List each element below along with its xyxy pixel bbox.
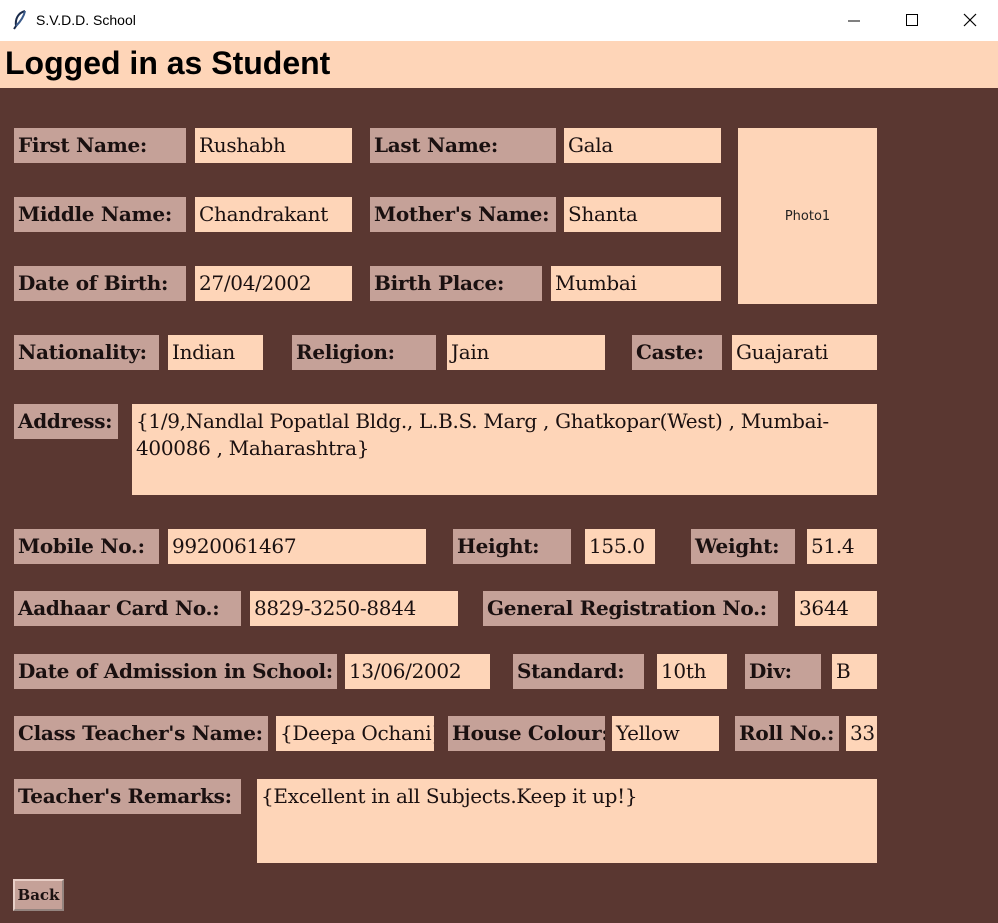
last-name-value: Gala xyxy=(564,128,721,163)
admission-date-value: 13/06/2002 xyxy=(345,654,490,689)
dob-value: 27/04/2002 xyxy=(195,266,352,301)
birth-place-value: Mumbai xyxy=(551,266,721,301)
photo-label: Photo1 xyxy=(784,208,831,224)
gr-no-label: General Registration No.: xyxy=(483,591,778,626)
caste-label: Caste: xyxy=(632,335,722,370)
last-name-label: Last Name: xyxy=(370,128,556,163)
religion-label: Religion: xyxy=(292,335,436,370)
close-icon xyxy=(963,13,977,27)
nationality-label: Nationality: xyxy=(14,335,159,370)
address-value: {1/9,Nandlal Popatlal Bldg., L.B.S. Marg… xyxy=(132,404,877,495)
student-photo: Photo1 xyxy=(738,128,877,304)
maximize-icon xyxy=(906,14,918,26)
window-title: S.V.D.D. School xyxy=(36,12,136,28)
class-teacher-value: {Deepa Ochani} xyxy=(276,716,434,751)
page-title: Logged in as Student xyxy=(5,45,331,81)
address-label: Address: xyxy=(14,404,118,439)
remarks-value: {Excellent in all Subjects.Keep it up!} xyxy=(257,779,877,863)
minimize-button[interactable] xyxy=(825,0,883,41)
birth-place-label: Birth Place: xyxy=(370,266,542,301)
mobile-value: 9920061467 xyxy=(168,529,426,564)
middle-name-label: Middle Name: xyxy=(14,197,186,232)
mother-name-value: Shanta xyxy=(564,197,721,232)
maximize-button[interactable] xyxy=(883,0,941,41)
dob-label: Date of Birth: xyxy=(14,266,186,301)
remarks-label: Teacher's Remarks: xyxy=(14,779,241,814)
close-button[interactable] xyxy=(941,0,998,41)
back-button[interactable]: Back xyxy=(13,879,64,911)
admission-date-label: Date of Admission in School: xyxy=(14,654,337,689)
aadhaar-value: 8829-3250-8844 xyxy=(250,591,458,626)
window-titlebar: S.V.D.D. School xyxy=(0,0,998,42)
roll-no-label: Roll No.: xyxy=(735,716,839,751)
house-colour-label: House Colour: xyxy=(448,716,605,751)
religion-value: Jain xyxy=(447,335,605,370)
standard-value: 10th xyxy=(657,654,727,689)
mobile-label: Mobile No.: xyxy=(14,529,159,564)
weight-value: 51.4 xyxy=(807,529,877,564)
caste-value: Guajarati xyxy=(732,335,877,370)
gr-no-value: 3644 xyxy=(795,591,877,626)
div-value: B xyxy=(832,654,877,689)
standard-label: Standard: xyxy=(513,654,644,689)
aadhaar-label: Aadhaar Card No.: xyxy=(14,591,241,626)
house-colour-value: Yellow xyxy=(612,716,719,751)
minimize-icon xyxy=(848,20,860,22)
middle-name-value: Chandrakant xyxy=(195,197,352,232)
nationality-value: Indian xyxy=(168,335,263,370)
class-teacher-label: Class Teacher's Name: xyxy=(14,716,268,751)
height-value: 155.0 xyxy=(585,529,655,564)
page-header: Logged in as Student xyxy=(0,41,998,88)
weight-label: Weight: xyxy=(691,529,795,564)
feather-icon xyxy=(12,10,28,30)
first-name-value: Rushabh xyxy=(195,128,352,163)
roll-no-value: 33 xyxy=(846,716,877,751)
first-name-label: First Name: xyxy=(14,128,186,163)
mother-name-label: Mother's Name: xyxy=(370,197,556,232)
div-label: Div: xyxy=(745,654,821,689)
height-label: Height: xyxy=(453,529,571,564)
